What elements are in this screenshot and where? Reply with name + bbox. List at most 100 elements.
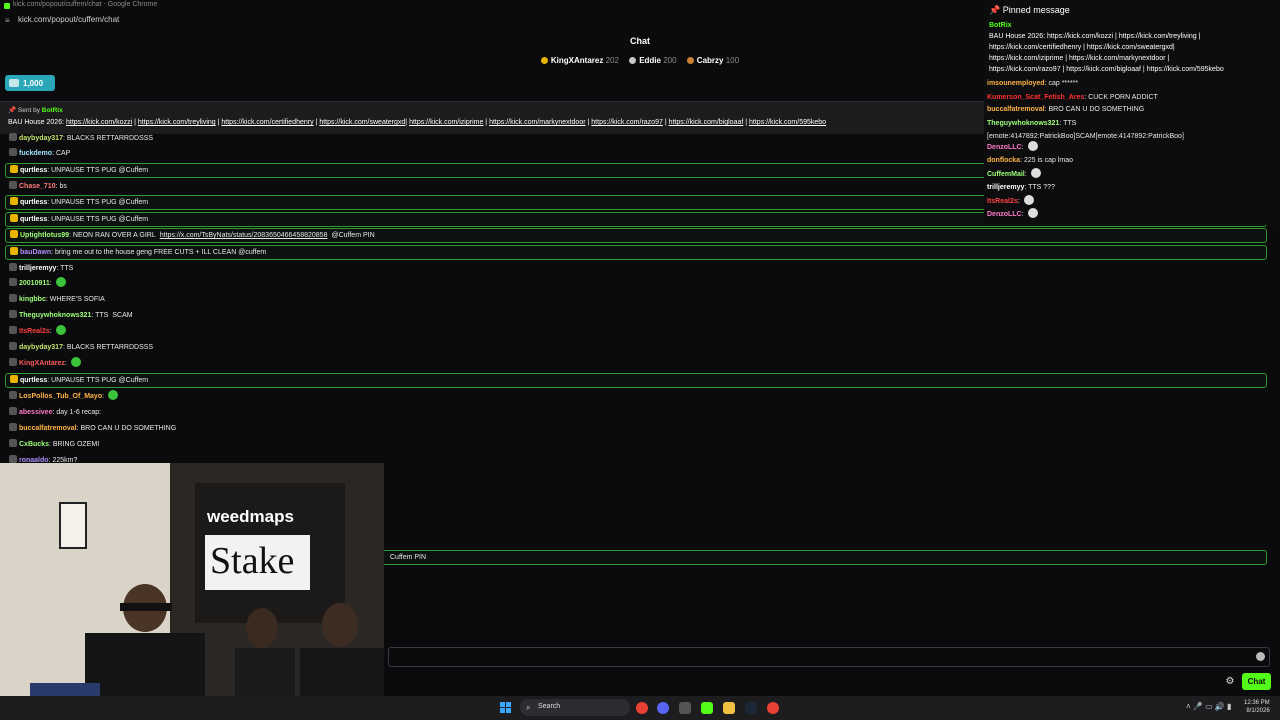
leader-item[interactable]: KingXAntarez 202	[540, 56, 619, 65]
gear-icon[interactable]: ⚙	[1224, 676, 1236, 688]
side-chat-text: BRO CAN U DO SOMETHING	[1048, 106, 1145, 113]
pinned-panel-user[interactable]: BotRix	[989, 20, 1279, 31]
user-badge-icon	[9, 310, 17, 318]
kick-app-icon[interactable]	[701, 702, 713, 714]
chat-message: kingbbc: WHERE'S SOFIA	[9, 293, 105, 307]
address-url[interactable]: kick.com/popout/cuffem/chat	[18, 15, 119, 24]
separator: :	[102, 393, 106, 400]
system-tray[interactable]: ˄ 🎤 ▭ 🔊 ▮	[1186, 702, 1231, 711]
chat-username[interactable]: bauDawn	[20, 249, 51, 256]
side-chat-username[interactable]: CuffemMail	[987, 171, 1025, 178]
emote-icon	[1027, 208, 1038, 218]
message-text-after: @Cuffem PIN	[331, 232, 375, 239]
side-chat-text: TTS ???	[1028, 184, 1055, 191]
message-text: TTS	[95, 312, 109, 319]
message-text: CAP	[55, 150, 71, 157]
chat-username[interactable]: buccalfatremoval	[19, 425, 77, 432]
taskbar-clock[interactable]: 12:36 PM 8/1/2026	[1244, 699, 1270, 715]
chat-username[interactable]: qurtless	[20, 377, 47, 384]
pinned-link[interactable]: https://kick.com/iziprime	[409, 119, 483, 126]
chat-username[interactable]: kingbbc	[19, 296, 46, 303]
side-chat-username[interactable]: DenzoLLC	[987, 211, 1022, 218]
chat-username[interactable]: 20010911	[19, 280, 50, 287]
chat-username[interactable]: CxBucks	[19, 441, 49, 448]
chat-username[interactable]: ItsReal2s	[19, 328, 50, 335]
chat-username[interactable]: LosPollos_Tub_Of_Mayo	[19, 393, 102, 400]
leader-name: KingXAntarez	[550, 56, 604, 65]
side-chat-username[interactable]: Theguywhoknows321	[987, 120, 1059, 127]
user-badge-icon	[9, 133, 17, 141]
chat-username[interactable]: qurtless	[20, 216, 47, 223]
separator: :	[1017, 198, 1022, 205]
chat-input[interactable]	[393, 650, 1237, 664]
send-chat-button[interactable]: Chat	[1242, 673, 1271, 690]
user-badge-icon	[9, 439, 17, 447]
side-chat-message: donflocka: 225 is cap lmao	[987, 154, 1073, 167]
steam-icon[interactable]	[745, 702, 757, 714]
chat-username[interactable]: qurtless	[20, 167, 47, 174]
chat-username[interactable]: daybyday317	[19, 135, 63, 142]
taskbar-search[interactable]: ⌕ Search	[520, 699, 630, 716]
chat-message: daybyday317: BLACKS RETTARRDDSSS	[9, 341, 153, 355]
pinned-link[interactable]: https://kick.com/certifiedhenry	[221, 119, 313, 126]
separator: :	[1024, 171, 1029, 178]
chrome-icon[interactable]	[636, 702, 648, 714]
discord-icon[interactable]	[657, 702, 669, 714]
side-chat-username[interactable]: imsounemployed	[987, 80, 1045, 87]
user-badge-icon	[9, 294, 17, 302]
side-chat-message: buccalfatremoval: BRO CAN U DO SOMETHING	[987, 103, 1144, 116]
folder-icon[interactable]	[723, 702, 735, 714]
pinned-line: https://kick.com/iziprime | https://kick…	[989, 55, 1170, 62]
window-title: kick.com/popout/cuffem/chat - Google Chr…	[13, 1, 158, 8]
chat-input-box[interactable]	[388, 647, 1270, 667]
pinned-line: https://kick.com/razo97 | https://kick.c…	[989, 66, 1224, 73]
pinned-link[interactable]: https://kick.com/sweatergxd	[319, 119, 405, 126]
chat-username[interactable]: qurtless	[20, 199, 47, 206]
side-chat-username[interactable]: trilljeremyy	[987, 184, 1024, 191]
chrome-active-icon[interactable]	[767, 702, 779, 714]
video-frame	[0, 463, 384, 720]
side-chat-username[interactable]: donflocka	[987, 157, 1020, 164]
leader-points: 202	[605, 56, 619, 65]
message-text: TTS	[60, 265, 74, 272]
chat-username[interactable]: Uptightlotus99	[20, 232, 69, 239]
pinned-link[interactable]: https://kick.com/treyliving	[138, 119, 216, 126]
pinned-link[interactable]: https://kick.com/bigloaaf	[669, 119, 744, 126]
pinned-link[interactable]: https://kick.com/markynextdoor	[489, 119, 585, 126]
pinned-link[interactable]: https://kick.com/595kebo	[749, 119, 826, 126]
clock-time: 12:36 PM	[1244, 700, 1270, 706]
user-badge-icon	[9, 326, 17, 334]
side-chat-text: 225 is cap lmao	[1023, 157, 1073, 164]
emote-icon	[55, 325, 66, 335]
side-chat-username[interactable]: DenzoLLC	[987, 144, 1022, 151]
goal-chip[interactable]: 1,000	[5, 75, 55, 91]
sent-by-user[interactable]: BotRix	[42, 107, 63, 114]
side-chat-username[interactable]: ItsReal2s	[987, 198, 1018, 205]
chat-username[interactable]: Chase_710	[19, 183, 56, 190]
pinned-user-name[interactable]: BotRix	[989, 22, 1012, 29]
chat-message: trilljeremyy: TTS	[9, 262, 73, 276]
pinned-link[interactable]: https://kick.com/razo97	[591, 119, 663, 126]
webcam-video[interactable]: weedmaps Stake	[0, 463, 384, 720]
user-badge-icon	[10, 375, 18, 383]
emote-icon	[1030, 168, 1041, 178]
leader-points: 200	[663, 56, 677, 65]
windows-start-icon[interactable]	[500, 702, 512, 714]
hamburger-icon[interactable]: ≡	[5, 16, 10, 25]
leader-item[interactable]: Eddie 200	[629, 56, 677, 65]
leader-item[interactable]: Cabrzy 100	[686, 56, 739, 65]
chat-username[interactable]: KingXAntarez	[19, 360, 65, 367]
side-chat-text: cap ******	[1048, 80, 1079, 87]
pinned-link[interactable]: https://kick.com/kozzi	[66, 119, 132, 126]
chat-username[interactable]: Theguywhoknows321	[19, 312, 91, 319]
message-text: UNPAUSE TTS PUG @Cuffem	[51, 167, 149, 174]
side-chat-username[interactable]: Kumerson_Scat_Fetish_Ares	[987, 94, 1084, 101]
message-link[interactable]: https://x.com/TsByNats/status/2083650466…	[160, 232, 328, 239]
side-chat-username[interactable]: buccalfatremoval	[987, 106, 1045, 113]
chat-username[interactable]: trilljeremyy	[19, 265, 56, 272]
chat-username[interactable]: abessivee	[19, 409, 52, 416]
chat-username[interactable]: fuckdemo	[19, 150, 52, 157]
chat-username[interactable]: daybyday317	[19, 344, 63, 351]
app-icon[interactable]	[679, 702, 691, 714]
emoji-icon[interactable]	[1256, 652, 1265, 661]
